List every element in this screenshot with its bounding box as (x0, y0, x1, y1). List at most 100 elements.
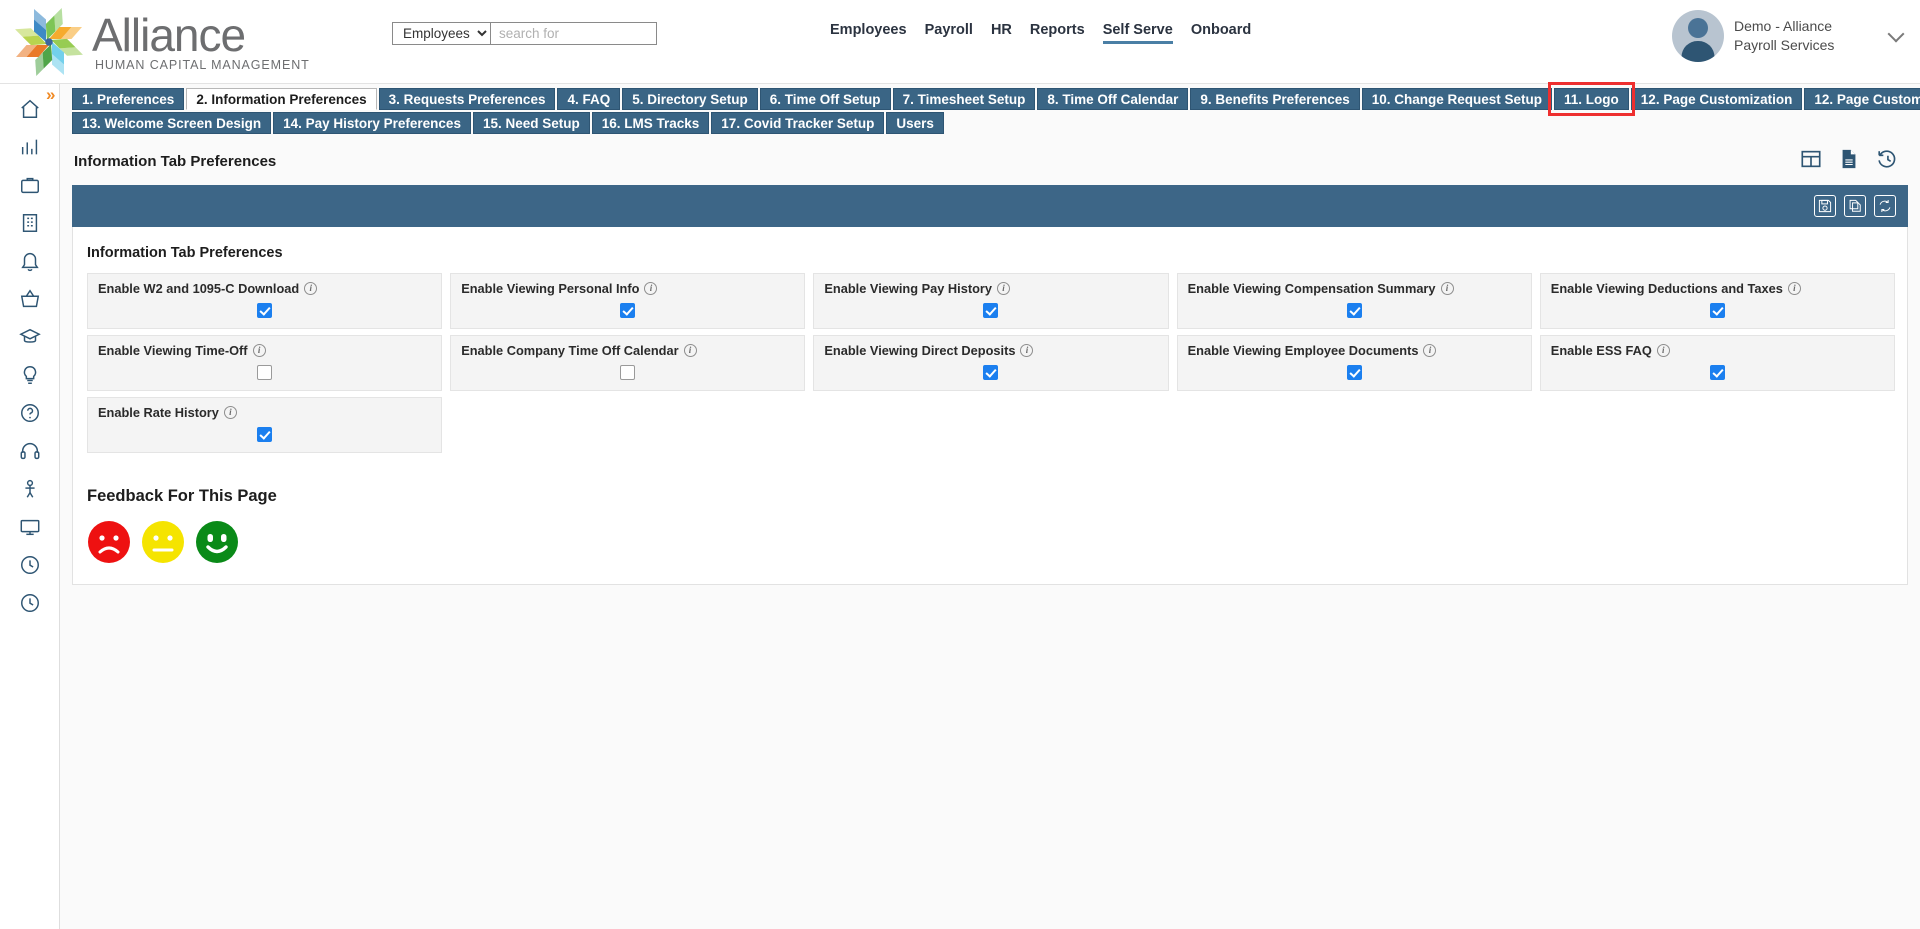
setting-checkbox[interactable] (983, 303, 999, 318)
info-icon[interactable]: i (252, 344, 266, 357)
tab-14-pay-history-preferences[interactable]: 14. Pay History Preferences (273, 112, 471, 134)
setting-checkbox[interactable] (620, 365, 636, 380)
tab-12b-page-customization[interactable]: 12. Page Customization (1804, 88, 1920, 110)
brand-logo[interactable]: Alliance HUMAN CAPITAL MANAGEMENT (10, 6, 310, 78)
save-icon[interactable] (1814, 195, 1836, 217)
setting-checkbox[interactable] (1709, 365, 1725, 380)
nav-item-self-serve[interactable]: Self Serve (1102, 22, 1173, 44)
tab-17-covid-tracker-setup[interactable]: 17. Covid Tracker Setup (711, 112, 885, 134)
tab-8-time-off-calendar[interactable]: 8. Time Off Calendar (1037, 88, 1189, 110)
setting-checkbox[interactable] (620, 303, 636, 318)
tab-bar-row-2: 13. Welcome Screen Design 14. Pay Histor… (60, 112, 1920, 134)
information-tab-preferences-panel: Information Tab Preferences Enable W2 an… (72, 227, 1908, 585)
tab-4-faq[interactable]: 4. FAQ (557, 88, 621, 110)
setting-checkbox[interactable] (1346, 365, 1362, 380)
nav-item-hr[interactable]: HR (991, 22, 1012, 42)
info-icon[interactable]: i (1440, 282, 1454, 295)
sidebar-item-ideas[interactable] (10, 356, 50, 394)
setting-enable-viewing-pay-history: Enable Viewing Pay History i (813, 273, 1169, 329)
neutral-face-icon[interactable] (141, 520, 185, 564)
setting-checkbox[interactable] (257, 427, 273, 442)
tab-15-need-setup[interactable]: 15. Need Setup (472, 112, 590, 134)
sidebar-item-clock-history[interactable] (10, 584, 50, 622)
setting-label: Enable Viewing Pay History (824, 281, 992, 296)
sidebar-item-learning[interactable] (10, 318, 50, 356)
setting-label: Enable Viewing Direct Deposits (824, 343, 1016, 358)
sidebar-item-briefcase[interactable] (10, 166, 50, 204)
info-icon[interactable]: i (1423, 344, 1437, 357)
info-icon[interactable]: i (1787, 282, 1801, 295)
sidebar-item-support[interactable] (10, 432, 50, 470)
brand-tagline: HUMAN CAPITAL MANAGEMENT (95, 58, 310, 72)
user-name-label: Demo - Alliance Payroll Services (1734, 18, 1835, 53)
setting-label: Enable ESS FAQ (1550, 343, 1652, 358)
sidebar-item-home[interactable] (10, 90, 50, 128)
setting-checkbox[interactable] (257, 365, 273, 380)
feedback-section: Feedback For This Page (73, 453, 1907, 564)
copy-icon[interactable] (1844, 195, 1866, 217)
setting-checkbox[interactable] (1346, 303, 1362, 318)
info-icon[interactable]: i (223, 406, 237, 419)
setting-enable-viewing-personal-info: Enable Viewing Personal Info i (450, 273, 806, 329)
info-icon[interactable]: i (1020, 344, 1034, 357)
search-input[interactable] (491, 23, 656, 44)
nav-item-employees[interactable]: Employees (830, 22, 907, 42)
sidebar-expand-icon[interactable]: » (46, 86, 55, 103)
setting-enable-company-time-off-calendar: Enable Company Time Off Calendar i (450, 335, 806, 391)
tab-16-lms-tracks[interactable]: 16. LMS Tracks (591, 112, 710, 134)
setting-checkbox[interactable] (1709, 303, 1725, 318)
tab-1-preferences[interactable]: 1. Preferences (72, 88, 185, 110)
tab-9-benefits-preferences[interactable]: 9. Benefits Preferences (1190, 88, 1360, 110)
sidebar-item-person[interactable] (10, 470, 50, 508)
info-icon[interactable]: i (1656, 344, 1670, 357)
history-icon[interactable] (1876, 148, 1898, 175)
happy-face-icon[interactable] (195, 520, 239, 564)
tab-2-information-preferences[interactable]: 2. Information Preferences (186, 88, 377, 110)
page-title-row: Information Tab Preferences (60, 134, 1920, 175)
tab-10-change-request-setup[interactable]: 10. Change Request Setup (1361, 88, 1553, 110)
tab-12-page-customization[interactable]: 12. Page Customization (1630, 88, 1803, 110)
info-icon[interactable]: i (304, 282, 318, 295)
document-icon[interactable] (1838, 148, 1860, 175)
avatar (1672, 10, 1724, 62)
info-icon[interactable]: i (644, 282, 658, 295)
panel-heading: Information Tab Preferences (87, 245, 283, 261)
sidebar-item-clock[interactable] (10, 546, 50, 584)
brand-name: Alliance (92, 9, 246, 61)
nav-item-onboard[interactable]: Onboard (1191, 22, 1251, 42)
tab-users[interactable]: Users (886, 112, 944, 134)
setting-enable-viewing-employee-documents: Enable Viewing Employee Documents i (1176, 335, 1532, 391)
setting-checkbox[interactable] (257, 303, 273, 318)
tab-5-directory-setup[interactable]: 5. Directory Setup (622, 88, 758, 110)
sidebar-item-monitor[interactable] (10, 508, 50, 546)
nav-item-payroll[interactable]: Payroll (925, 22, 973, 42)
info-icon[interactable]: i (997, 282, 1010, 295)
alliance-star-logo-icon (10, 6, 88, 78)
feedback-face-group (87, 520, 1907, 564)
grid-view-icon[interactable] (1800, 148, 1822, 175)
sidebar-item-building[interactable] (10, 204, 50, 242)
sidebar-item-help[interactable] (10, 394, 50, 432)
tab-7-timesheet-setup[interactable]: 7. Timesheet Setup (892, 88, 1036, 110)
setting-label: Enable Viewing Deductions and Taxes (1550, 281, 1783, 296)
setting-checkbox[interactable] (983, 365, 999, 380)
tab-6-time-off-setup[interactable]: 6. Time Off Setup (759, 88, 891, 110)
page-title: Information Tab Preferences (74, 153, 277, 170)
refresh-icon[interactable] (1874, 195, 1896, 217)
tab-11-logo[interactable]: 11. Logo (1548, 82, 1635, 116)
sidebar-item-basket[interactable] (10, 280, 50, 318)
search-scope-select[interactable]: Employees (393, 23, 491, 44)
tab-13-welcome-screen-design[interactable]: 13. Welcome Screen Design (72, 112, 272, 134)
main-navigation: Employees Payroll HR Reports Self Serve … (830, 22, 1251, 44)
user-account-menu[interactable]: Demo - Alliance Payroll Services (1672, 10, 1905, 62)
setting-enable-rate-history: Enable Rate History i (87, 397, 443, 453)
setting-enable-w2-1095c-download: Enable W2 and 1095-C Download i (87, 273, 443, 329)
sidebar-item-notifications[interactable] (10, 242, 50, 280)
nav-item-reports[interactable]: Reports (1030, 22, 1085, 42)
setting-label: Enable Viewing Time-Off (98, 343, 248, 358)
chevron-down-icon[interactable] (1887, 25, 1905, 42)
tab-3-requests-preferences[interactable]: 3. Requests Preferences (378, 88, 556, 110)
sad-face-icon[interactable] (87, 520, 131, 564)
sidebar-item-analytics[interactable] (10, 128, 50, 166)
info-icon[interactable]: i (683, 344, 697, 357)
